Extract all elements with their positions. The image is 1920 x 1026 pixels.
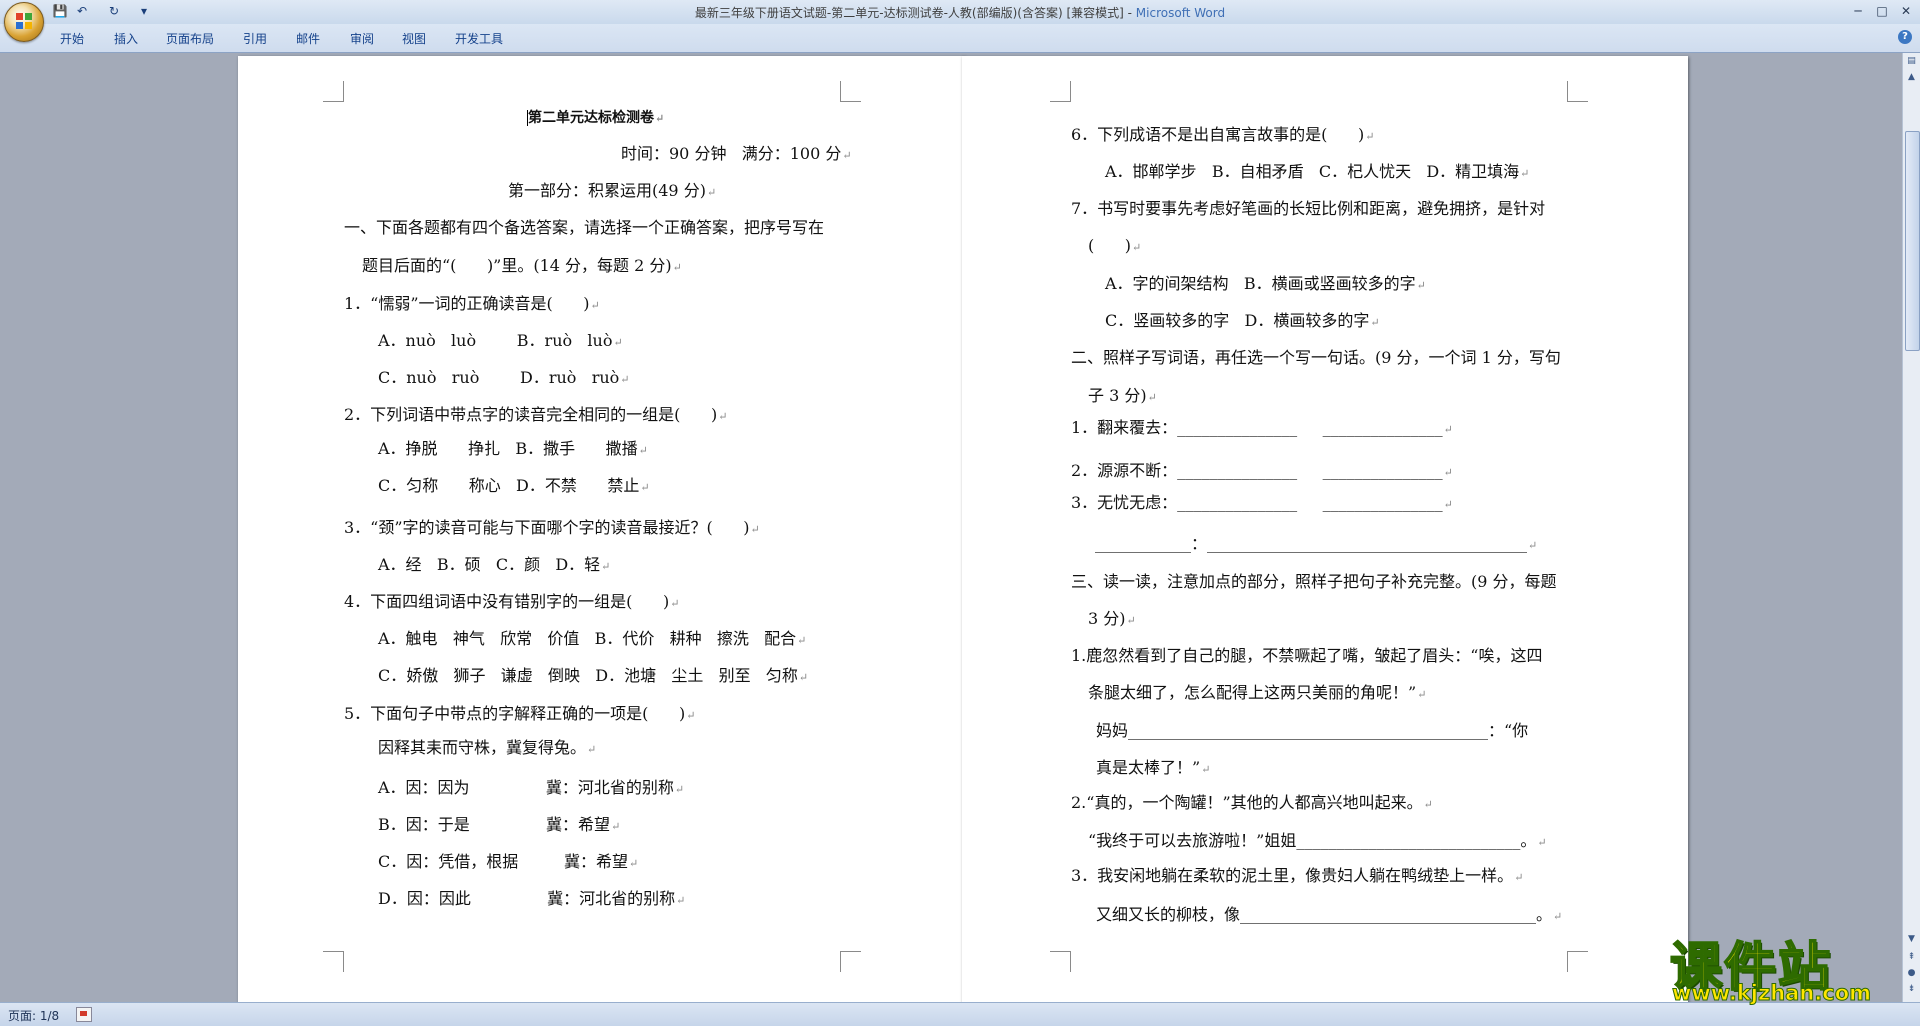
scroll-up-icon[interactable]: ▲ [1905,71,1918,84]
doc-line: 3．无忧无虑：_______________ _______________↵ [1071,493,1453,512]
doc-line: “我终于可以去旅游啦！”姐姐__________________________… [1088,831,1547,850]
watermark-logo: 课件站 www.kjzhan.com [1668,925,1904,1006]
tab-home[interactable]: 开始 [60,30,84,47]
doc-line: 2.“真的，一个陶罐！”其他的人都高兴地叫起来。↵ [1071,793,1433,812]
doc-line: 子 3 分)↵ [1088,386,1157,405]
margin-corner [1050,81,1071,102]
scroll-thumb[interactable] [1905,131,1920,351]
app-name: Microsoft Word [1135,6,1226,20]
doc-line: 3．“颈”字的读音可能与下面哪个字的读音最接近？( )↵ [344,518,760,537]
exam-title: 第二单元达标检测卷↵ [527,110,665,126]
doc-line: B．因：于是 冀：希望↵ [378,815,621,834]
doc-line: A．因：因为 冀：河北省的别称↵ [378,778,685,797]
next-page-icon[interactable]: ⇟ [1905,983,1918,996]
tab-mailings[interactable]: 邮件 [296,30,320,47]
doc-line: ____________：___________________________… [1095,534,1538,553]
close-button[interactable]: ✕ [1894,2,1918,20]
doc-line: 1.鹿忽然看到了自己的腿，不禁噘起了嘴，皱起了眉头：“唉，这四 [1071,646,1543,665]
margin-corner [1050,951,1071,972]
watermark-url: www.kjzhan.com [1671,981,1872,1006]
doc-line: 三、读一读，注意加点的部分，照样子把句子补充完整。(9 分，每题 [1071,572,1557,591]
page-counter[interactable]: 页面: 1/8 [8,1007,59,1024]
tab-insert[interactable]: 插入 [114,30,138,47]
doc-line: A．挣脱 挣扎 B．撒手 撒播↵ [378,439,648,458]
prev-page-icon[interactable]: ⇞ [1905,951,1918,964]
doc-line: C．因：凭借，根据 冀：希望↵ [378,852,639,871]
doc-line: 1．“懦弱”一词的正确读音是( )↵ [344,294,600,313]
margin-corner [1567,951,1588,972]
office-button[interactable] [4,2,44,42]
doc-line: C．匀称 称心 D．不禁 禁止↵ [378,476,650,495]
margin-corner [840,951,861,972]
doc-line: A．邯郸学步 B．自相矛盾 C．杞人忧天 D．精卫填海↵ [1105,162,1530,181]
tab-page-layout[interactable]: 页面布局 [166,30,214,47]
page-right[interactable]: 6．下列成语不是出自寓言故事的是( )↵ A．邯郸学步 B．自相矛盾 C．杞人忧… [962,56,1688,1002]
scroll-down-icon[interactable]: ▼ [1905,933,1918,946]
office-logo-icon [16,13,32,29]
vertical-scrollbar[interactable]: ▤ ▲ ▼ ⇞ ● ⇟ [1902,53,1920,1002]
doc-line: 条腿太细了，怎么配得上这两只美丽的角呢！”↵ [1088,683,1427,702]
doc-line: C．竖画较多的字 D．横画较多的字↵ [1105,311,1380,330]
status-bar: 页面: 1/8 [0,1002,1920,1026]
doc-line: 4．下面四组词语中没有错别字的一组是( )↵ [344,592,680,611]
tab-view[interactable]: 视图 [402,30,426,47]
title-separator: - [1123,6,1136,20]
doc-line: 2．源源不断：_______________ _______________↵ [1071,461,1453,480]
tab-references[interactable]: 引用 [243,30,267,47]
doc-line: 第一部分：积累运用(49 分)↵ [508,181,717,200]
browse-object-icon[interactable]: ● [1905,967,1918,980]
doc-line: 一、下面各题都有四个备选答案，请选择一个正确答案，把序号写在 [344,218,825,237]
tab-developer[interactable]: 开发工具 [455,30,503,47]
document-area[interactable]: 第二单元达标检测卷↵ 时间：90 分钟 满分：100 分↵ 第一部分：积累运用(… [0,53,1902,1002]
doc-line: A．nuò luò B．ruò luò↵ [378,331,623,350]
ruler-toggle-icon[interactable]: ▤ [1905,55,1918,68]
margin-corner [323,81,344,102]
doc-line: D．因：因此 冀：河北省的别称↵ [378,889,686,908]
doc-line: 妈妈______________________________________… [1096,721,1529,740]
document-title: 最新三年级下册语文试题-第二单元-达标测试卷-人教(部编版)(含答案) [兼容模… [694,6,1124,20]
doc-line: 3 分)↵ [1088,609,1136,628]
tab-review[interactable]: 审阅 [350,30,374,47]
doc-line: 2．下列词语中带点字的读音完全相同的一组是( )↵ [344,405,728,424]
doc-line: 真是太棒了！”↵ [1096,758,1211,777]
page-left[interactable]: 第二单元达标检测卷↵ 时间：90 分钟 满分：100 分↵ 第一部分：积累运用(… [238,56,964,1002]
title-bar: 💾 ↶ ↻ ▾ 最新三年级下册语文试题-第二单元-达标测试卷-人教(部编版)(含… [0,0,1920,42]
window-title: 最新三年级下册语文试题-第二单元-达标测试卷-人教(部编版)(含答案) [兼容模… [0,4,1920,21]
macro-record-icon[interactable] [76,1007,92,1022]
doc-line: 6．下列成语不是出自寓言故事的是( )↵ [1071,125,1375,144]
help-icon[interactable]: ? [1898,30,1912,44]
doc-line: 又细又长的柳枝，像_______________________________… [1096,905,1563,924]
doc-line: A．经 B．硕 C．颜 D．轻↵ [378,555,611,574]
doc-line: 5．下面句子中带点的字解释正确的一项是( )↵ [344,704,696,723]
doc-line: 1．翻来覆去：_______________ _______________↵ [1071,418,1453,437]
margin-corner [1567,81,1588,102]
doc-line: 3．我安闲地躺在柔软的泥土里，像贵妇人躺在鸭绒垫上一样。↵ [1071,866,1524,885]
doc-line: 时间：90 分钟 满分：100 分↵ [621,144,852,163]
maximize-button[interactable]: □ [1870,2,1894,20]
margin-corner [323,951,344,972]
doc-line: C．nuò ruò D．ruò ruò↵ [378,368,630,387]
doc-line: A．触电 神气 欣常 价值 B．代价 耕种 擦洗 配合↵ [378,629,807,648]
doc-line: ( )↵ [1088,236,1142,255]
ribbon-tabs: 开始 插入 页面布局 引用 邮件 审阅 视图 开发工具 ? [0,24,1920,53]
doc-line: 因释其耒而守株，冀复得兔。↵ [378,738,597,757]
doc-line: 二、照样子写词语，再任选一个写一句话。(9 分，一个词 1 分，写句 [1071,348,1561,367]
doc-line: 7．书写时要事先考虑好笔画的长短比例和距离，避免拥挤，是针对 [1071,199,1546,218]
doc-line: C．娇傲 狮子 谦虚 倒映 D．池塘 尘土 别至 匀称↵ [378,666,809,685]
doc-line: A．字的间架结构 B．横画或竖画较多的字↵ [1105,274,1426,293]
margin-corner [840,81,861,102]
doc-line: 题目后面的“( )”里。(14 分，每题 2 分)↵ [362,256,682,275]
minimize-button[interactable]: ─ [1846,2,1870,20]
